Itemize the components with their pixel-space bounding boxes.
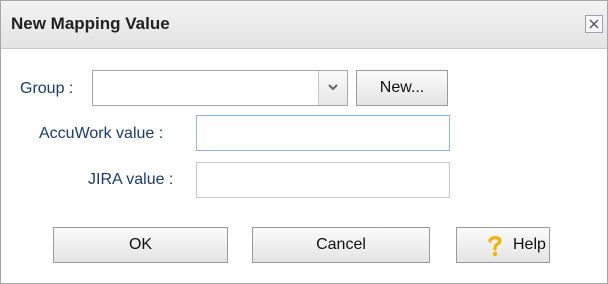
group-dropdown-button[interactable] xyxy=(318,71,347,105)
cancel-button-label: Cancel xyxy=(316,236,366,253)
jira-value-label: JIRA value : xyxy=(88,171,174,188)
new-group-button-label: New... xyxy=(379,79,425,96)
new-mapping-value-dialog: New Mapping Value Group : New... AccuWor… xyxy=(0,0,608,284)
ok-button[interactable]: OK xyxy=(53,227,228,263)
help-button[interactable]: Help xyxy=(456,227,550,263)
dialog-title: New Mapping Value xyxy=(11,14,170,33)
ok-button-label: OK xyxy=(128,236,153,253)
chevron-down-icon xyxy=(328,84,338,91)
close-icon xyxy=(589,19,599,29)
cancel-button[interactable]: Cancel xyxy=(252,227,430,263)
new-group-button[interactable]: New... xyxy=(356,70,448,106)
jira-value-input[interactable] xyxy=(196,162,450,198)
accuwork-value-label: AccuWork value : xyxy=(39,125,164,142)
accuwork-value-input[interactable] xyxy=(196,115,450,151)
close-button[interactable] xyxy=(585,15,603,33)
group-label: Group : xyxy=(20,80,74,97)
question-mark-icon xyxy=(488,236,502,257)
help-button-label: Help xyxy=(513,236,546,253)
dialog-titlebar: New Mapping Value xyxy=(1,1,607,49)
group-select[interactable] xyxy=(92,70,348,106)
